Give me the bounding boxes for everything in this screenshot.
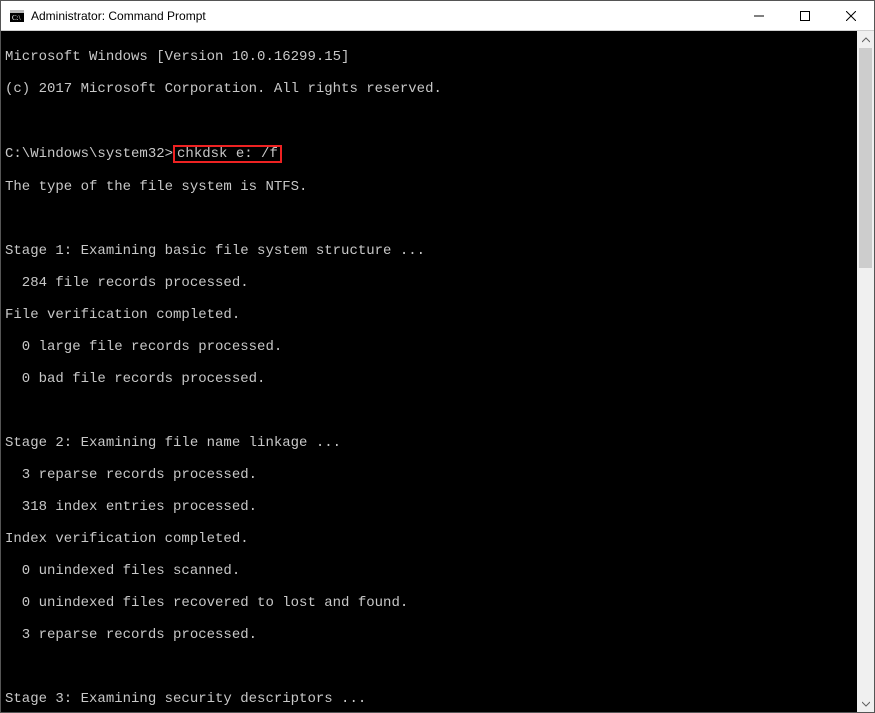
- output-line: Stage 3: Examining security descriptors …: [5, 691, 857, 707]
- output-line: [5, 211, 857, 227]
- app-icon: C:\: [9, 8, 25, 24]
- output-line: The type of the file system is NTFS.: [5, 179, 857, 195]
- output-line: [5, 403, 857, 419]
- window-title: Administrator: Command Prompt: [31, 9, 206, 23]
- highlighted-command: chkdsk e: /f: [173, 145, 282, 163]
- prompt-prefix: C:\Windows\system32>: [5, 146, 173, 162]
- close-button[interactable]: [828, 1, 874, 31]
- output-line: 0 bad file records processed.: [5, 371, 857, 387]
- output-line: 3 reparse records processed.: [5, 627, 857, 643]
- scroll-thumb[interactable]: [859, 48, 872, 268]
- output-line: 0 unindexed files recovered to lost and …: [5, 595, 857, 611]
- output-line: 0 unindexed files scanned.: [5, 563, 857, 579]
- terminal-output[interactable]: Microsoft Windows [Version 10.0.16299.15…: [1, 31, 857, 712]
- console-area: Microsoft Windows [Version 10.0.16299.15…: [1, 31, 874, 712]
- output-line: (c) 2017 Microsoft Corporation. All righ…: [5, 81, 857, 97]
- output-line: 284 file records processed.: [5, 275, 857, 291]
- titlebar[interactable]: C:\ Administrator: Command Prompt: [1, 1, 874, 31]
- output-line: Stage 1: Examining basic file system str…: [5, 243, 857, 259]
- output-line: 318 index entries processed.: [5, 499, 857, 515]
- output-line: 3 reparse records processed.: [5, 467, 857, 483]
- window-frame: C:\ Administrator: Command Prompt Micros…: [0, 0, 875, 713]
- output-line: File verification completed.: [5, 307, 857, 323]
- output-line: 0 large file records processed.: [5, 339, 857, 355]
- maximize-button[interactable]: [782, 1, 828, 31]
- output-line: [5, 113, 857, 129]
- scroll-down-button[interactable]: [857, 695, 874, 712]
- scroll-up-button[interactable]: [857, 31, 874, 48]
- minimize-button[interactable]: [736, 1, 782, 31]
- output-line: Microsoft Windows [Version 10.0.16299.15…: [5, 49, 857, 65]
- vertical-scrollbar[interactable]: [857, 31, 874, 712]
- svg-text:C:\: C:\: [12, 14, 21, 22]
- scroll-track[interactable]: [857, 48, 874, 695]
- output-line: [5, 659, 857, 675]
- output-line: Stage 2: Examining file name linkage ...: [5, 435, 857, 451]
- output-line: Index verification completed.: [5, 531, 857, 547]
- prompt-line: C:\Windows\system32>chkdsk e: /f: [5, 145, 857, 163]
